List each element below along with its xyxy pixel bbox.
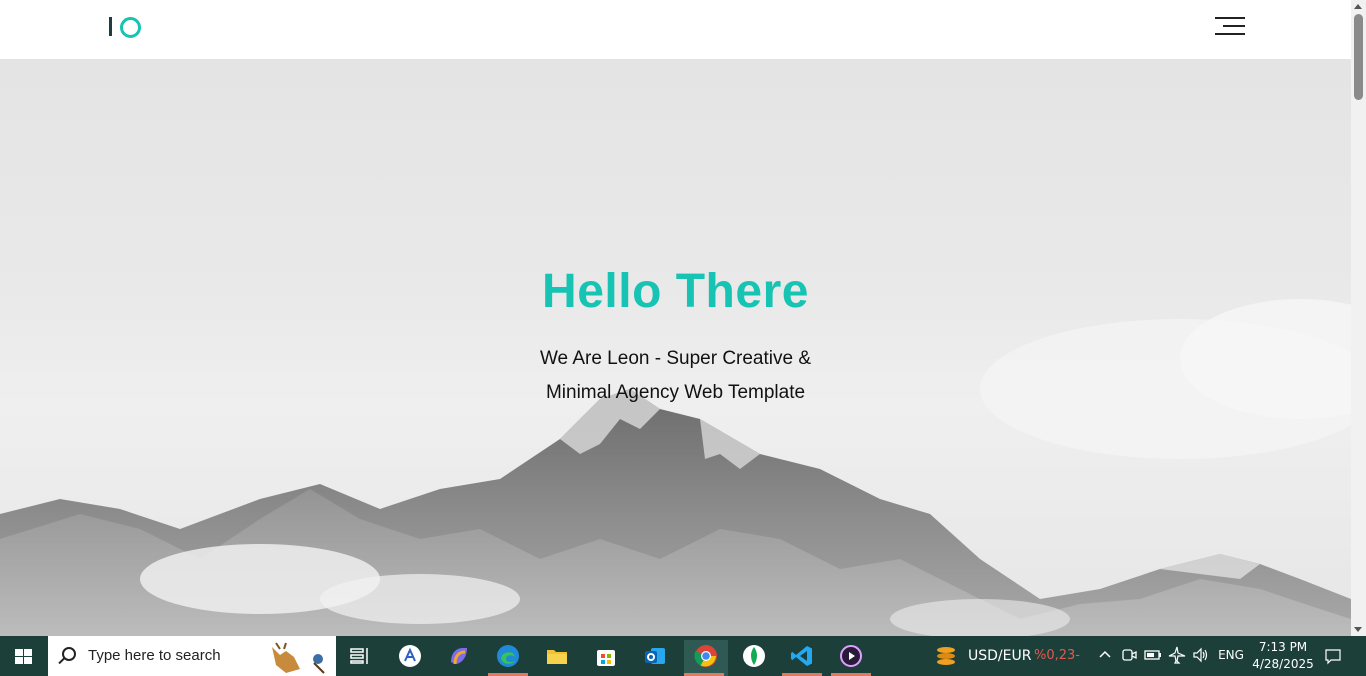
hamburger-menu-icon[interactable]: [1213, 14, 1249, 38]
scroll-down-arrow-icon[interactable]: [1354, 627, 1362, 632]
currency-widget[interactable]: USD/EUR %0,23-: [928, 640, 1080, 676]
taskbar-mongodb-compass[interactable]: [734, 640, 774, 676]
taskbar-app-a[interactable]: [390, 640, 430, 676]
logo-bar: [109, 17, 112, 36]
media-player-icon: [840, 645, 862, 667]
menu-line: [1215, 17, 1245, 19]
meet-now-camera-icon[interactable]: [1120, 646, 1138, 664]
taskbar-outlook[interactable]: [635, 640, 675, 676]
hero-subtitle-line: Minimal Agency Web Template: [545, 382, 806, 403]
task-view-icon: [350, 648, 368, 664]
site-header: [0, 0, 1351, 59]
currency-change-value: %0,23-: [1034, 648, 1080, 663]
clock[interactable]: 7:13 PM 4/28/2025: [1252, 638, 1314, 674]
app-a-icon: [399, 645, 421, 667]
search-placeholder: Type here to search: [88, 647, 221, 664]
outlook-icon: [645, 648, 665, 664]
taskbar-microsoft-store[interactable]: [586, 640, 626, 676]
copilot-icon: [451, 648, 467, 665]
start-button[interactable]: [0, 636, 48, 676]
taskbar-chrome[interactable]: [684, 640, 728, 676]
chrome-icon: [694, 645, 717, 667]
hero-subtitle-line: We Are Leon - Super Creative &: [539, 348, 812, 369]
mongodb-icon: [743, 645, 765, 667]
taskbar-file-explorer[interactable]: [537, 640, 577, 676]
taskbar: Type here to search USD/EUR %0,23- ENG 7…: [0, 636, 1366, 676]
input-language-indicator[interactable]: ENG: [1216, 648, 1246, 662]
store-icon: [597, 650, 615, 666]
coins-icon: [937, 647, 955, 665]
hero-title: Hello There: [542, 265, 809, 318]
taskbar-copilot[interactable]: [439, 640, 479, 676]
hero-section: Hello There We Are Leon - Super Creative…: [0, 59, 1351, 636]
battery-icon[interactable]: [1144, 646, 1162, 664]
notifications-icon[interactable]: [1324, 647, 1342, 665]
site-logo[interactable]: [108, 15, 144, 39]
airplane-mode-icon[interactable]: [1168, 646, 1186, 664]
folder-icon: [547, 650, 567, 664]
taskbar-edge[interactable]: [488, 640, 528, 676]
taskbar-vscode[interactable]: [782, 640, 822, 676]
taskbar-media-player[interactable]: [831, 640, 871, 676]
clock-time: 7:13 PM: [1258, 640, 1308, 654]
hero-subtitle: We Are Leon - Super Creative & Minimal A…: [0, 342, 1351, 410]
menu-line: [1215, 33, 1245, 35]
task-view-button[interactable]: [340, 640, 380, 676]
scroll-up-arrow-icon[interactable]: [1354, 4, 1362, 9]
clock-date: 4/28/2025: [1252, 657, 1314, 671]
vscode-icon: [791, 646, 812, 666]
page-scrollbar[interactable]: [1351, 0, 1366, 636]
show-hidden-icons-chevron-up-icon[interactable]: [1096, 646, 1114, 664]
scrollbar-thumb[interactable]: [1354, 14, 1363, 100]
taskbar-search[interactable]: Type here to search: [48, 636, 336, 676]
volume-icon[interactable]: [1192, 646, 1210, 664]
edge-icon: [497, 645, 519, 667]
logo-ring: [120, 17, 141, 38]
search-highlight-illustration-icon: [272, 642, 325, 674]
windows-logo-icon: [15, 649, 32, 664]
currency-pair-label: USD/EUR: [968, 648, 1032, 664]
menu-line: [1223, 25, 1245, 27]
search-icon: [62, 647, 76, 661]
